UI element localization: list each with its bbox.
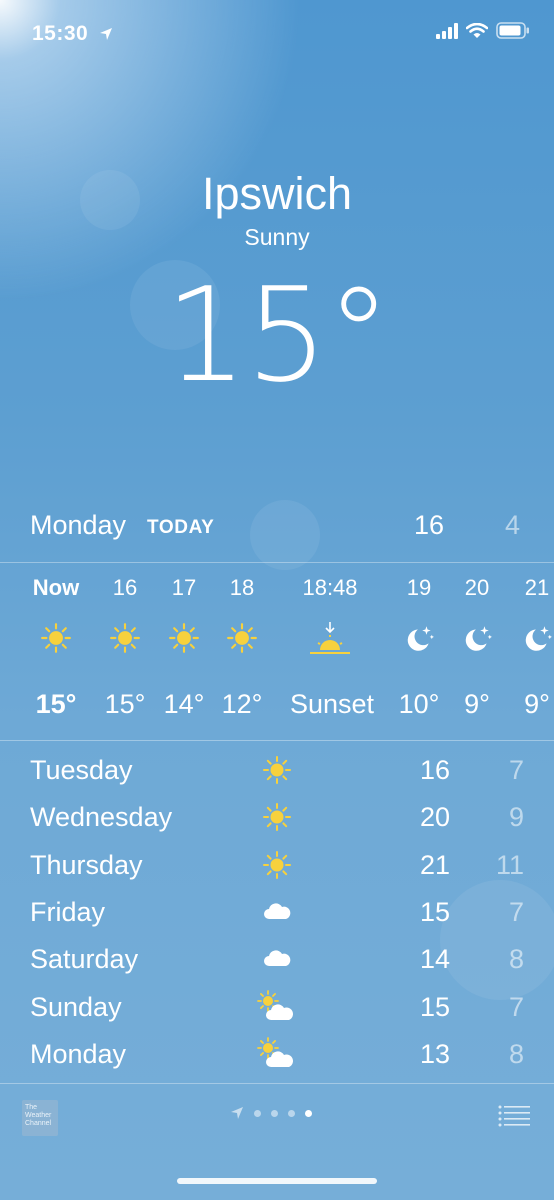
location-arrow-icon: [231, 1107, 243, 1119]
divider: [0, 740, 554, 741]
hourly-item: 21 9°: [497, 568, 554, 728]
partly-cloudy-icon: [257, 989, 297, 1025]
hourly-forecast[interactable]: Now 15° 16 15° 17 14° 18 12° 18:48 Sunset 19 10° 2…: [0, 0, 554, 719]
daily-low: 9: [508, 802, 524, 833]
hourly-item: Now 15°: [16, 568, 96, 728]
daily-day-name: Wednesday: [30, 802, 173, 833]
daily-low: 8: [508, 944, 524, 975]
daily-low: 7: [508, 991, 524, 1022]
divider: [0, 562, 554, 563]
page-dot-active[interactable]: [305, 1109, 312, 1117]
daily-high: 20: [419, 802, 450, 833]
daily-row: Saturday 14 8: [0, 936, 554, 983]
hourly-item: 18:48 Sunset: [290, 568, 375, 728]
daily-high: 13: [419, 1038, 450, 1069]
daily-row: Friday 15 7: [0, 889, 554, 936]
daily-day-name: Tuesday: [30, 755, 133, 785]
divider: [0, 1083, 554, 1084]
hourly-time: 18:48: [302, 575, 358, 600]
hourly-time: 18: [229, 575, 255, 600]
today-high: 16: [414, 510, 445, 540]
daily-row: Thursday 21 11: [0, 842, 554, 889]
daily-row: Wednesday 20 9: [0, 794, 554, 841]
daily-day-name: Friday: [30, 896, 106, 927]
current-temperature: 15°: [164, 259, 391, 411]
sun-icon: [257, 752, 297, 788]
daily-forecast: Tuesday 16 7 Wednesday 20 9 Thursday 21 11 Friday…: [0, 747, 554, 1077]
page-dot[interactable]: [271, 1109, 278, 1117]
cloud-icon: [257, 941, 297, 977]
hourly-temp: 12°: [221, 689, 263, 719]
current-condition: Sunny: [244, 224, 310, 250]
logo-text: The Weather Channel: [25, 1104, 52, 1127]
cloud-icon: [257, 894, 297, 930]
page-dot[interactable]: [288, 1109, 295, 1117]
daily-row: Tuesday 16 7: [0, 747, 554, 794]
location-arrow-icon: [99, 28, 112, 41]
weather-channel-logo[interactable]: The Weather Channel: [22, 1100, 58, 1136]
city-list-icon[interactable]: [498, 1105, 530, 1127]
sun-icon: [257, 847, 297, 883]
sun-icon: [257, 799, 297, 835]
daily-high: 14: [419, 944, 450, 975]
daily-row: Sunday 15 7: [0, 984, 554, 1031]
daily-low: 7: [508, 896, 524, 927]
daily-low: 7: [508, 755, 524, 785]
daily-row: Monday 13 8: [0, 1031, 554, 1078]
daily-high: 15: [419, 991, 450, 1022]
daily-low: 8: [508, 1038, 524, 1069]
sunset-icon: [290, 608, 370, 668]
daily-day-name: Monday: [30, 1038, 127, 1069]
page-dot[interactable]: [254, 1109, 261, 1117]
hourly-time: Now: [32, 575, 80, 600]
sun-icon: [202, 608, 282, 668]
today-tag: TODAY: [147, 517, 215, 538]
hourly-temp: 9°: [524, 689, 550, 719]
status-time-label: 15:30: [32, 22, 89, 45]
city-name: Ipswich: [201, 168, 353, 219]
sun-icon: [16, 608, 96, 668]
signal-icon: [436, 22, 458, 39]
daily-day-name: Thursday: [30, 849, 143, 880]
status-bar-icons: [436, 22, 530, 39]
daily-high: 16: [419, 755, 450, 785]
today-day-name: Monday: [30, 510, 127, 540]
battery-icon: [496, 22, 529, 39]
daily-day-name: Sunday: [30, 991, 122, 1022]
moon-stars-icon: [497, 608, 554, 668]
wifi-icon: [466, 22, 488, 38]
home-indicator[interactable]: [177, 1178, 377, 1184]
hourly-temp: 15°: [35, 689, 77, 719]
partly-cloudy-icon: [257, 1036, 297, 1072]
daily-high: 15: [419, 896, 450, 927]
daily-day-name: Saturday: [30, 944, 139, 975]
hourly-item: 18 12°: [202, 568, 282, 728]
page-indicator[interactable]: [230, 1106, 312, 1120]
today-low: 4: [505, 510, 521, 540]
today-summary-row: Monday TODAY 16 4: [0, 505, 554, 549]
daily-low: 11: [495, 849, 524, 880]
hourly-time: 21: [524, 575, 550, 600]
hourly-temp: Sunset: [290, 689, 375, 719]
status-bar-time: 15:30: [32, 22, 113, 46]
daily-high: 21: [419, 849, 450, 880]
